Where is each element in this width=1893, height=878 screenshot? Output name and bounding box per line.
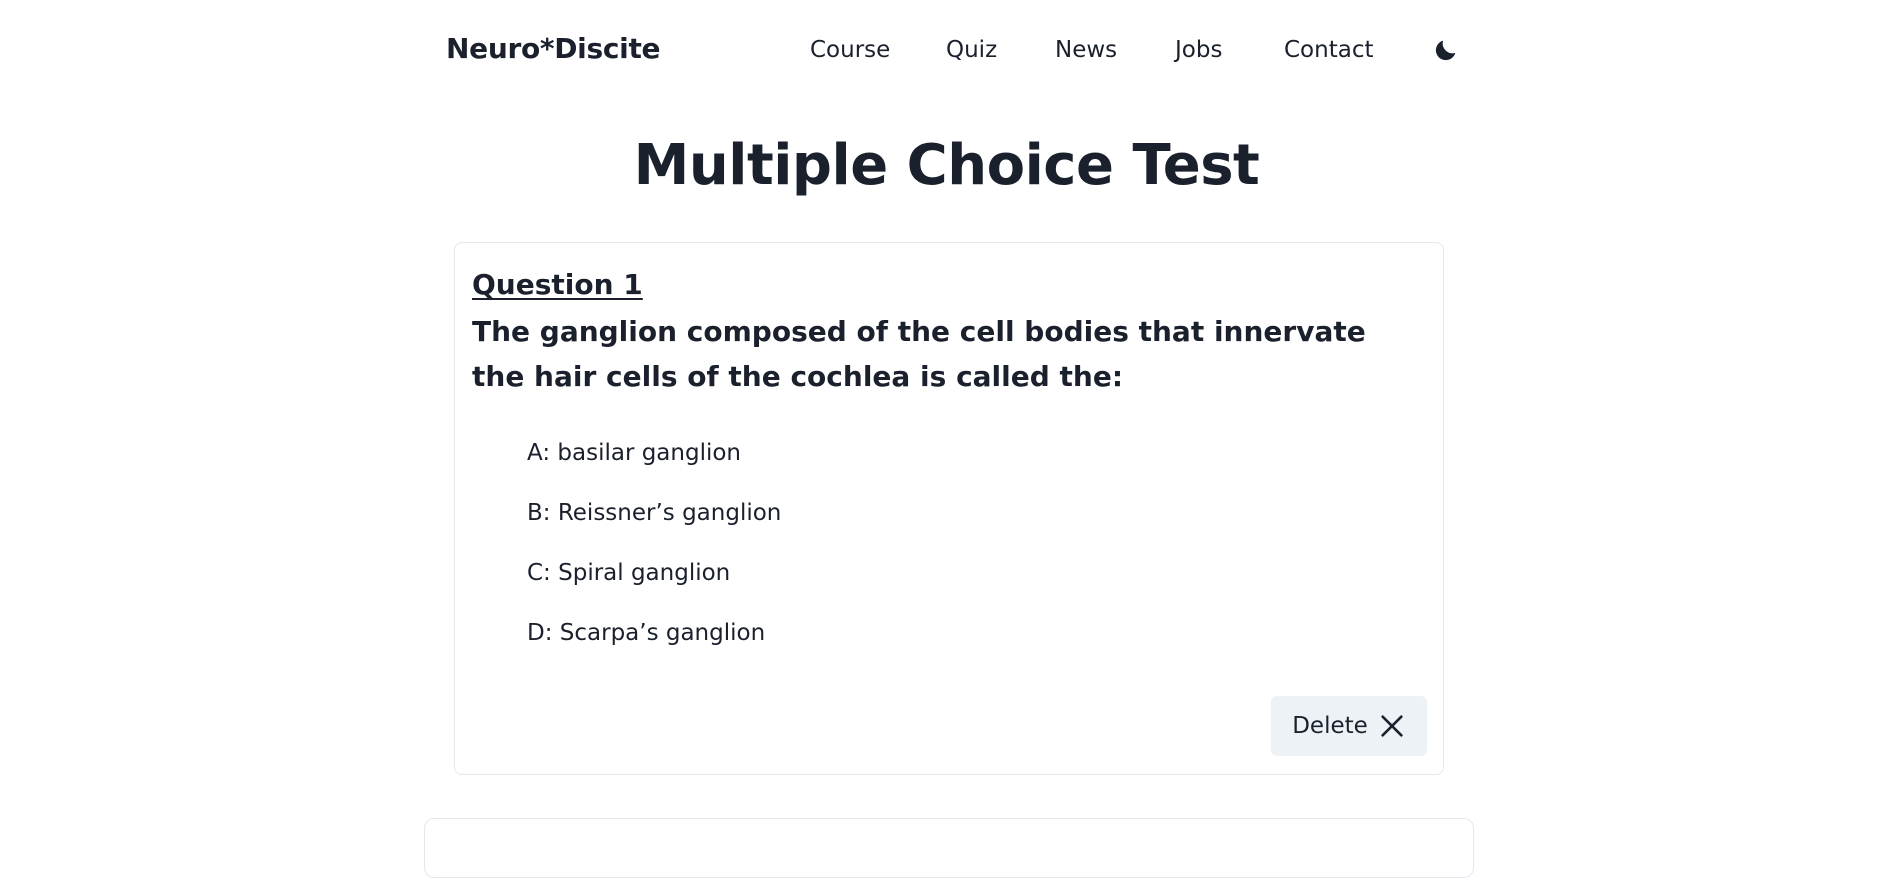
nav-link-news[interactable]: News bbox=[1055, 37, 1117, 63]
answer-option-b[interactable]: B: Reissner’s ganglion bbox=[527, 499, 781, 559]
next-question-card bbox=[424, 818, 1474, 878]
answer-option-d[interactable]: D: Scarpa’s ganglion bbox=[527, 619, 781, 679]
delete-button[interactable]: Delete bbox=[1271, 696, 1427, 756]
moon-icon bbox=[1435, 40, 1456, 61]
close-icon bbox=[1381, 715, 1403, 737]
answer-option-a[interactable]: A: basilar ganglion bbox=[527, 439, 781, 499]
page-title: Multiple Choice Test bbox=[633, 133, 1260, 198]
brand-logo[interactable]: Neuro*Discite bbox=[446, 32, 661, 65]
question-text: The ganglion composed of the cell bodies… bbox=[472, 315, 1366, 393]
delete-button-label: Delete bbox=[1292, 713, 1368, 739]
question-card: Question 1 The ganglion composed of the … bbox=[454, 242, 1444, 775]
nav-link-jobs[interactable]: Jobs bbox=[1175, 37, 1222, 63]
nav-link-course[interactable]: Course bbox=[810, 37, 890, 63]
navbar: Neuro*Discite Course Quiz News Jobs Cont… bbox=[0, 0, 1893, 104]
answer-list: A: basilar ganglion B: Reissner’s gangli… bbox=[527, 439, 781, 679]
question-number: Question 1 bbox=[472, 268, 643, 301]
nav-link-quiz[interactable]: Quiz bbox=[946, 37, 997, 63]
nav-link-contact[interactable]: Contact bbox=[1284, 37, 1373, 63]
theme-toggle-button[interactable] bbox=[1432, 36, 1460, 64]
answer-option-c[interactable]: C: Spiral ganglion bbox=[527, 559, 781, 619]
